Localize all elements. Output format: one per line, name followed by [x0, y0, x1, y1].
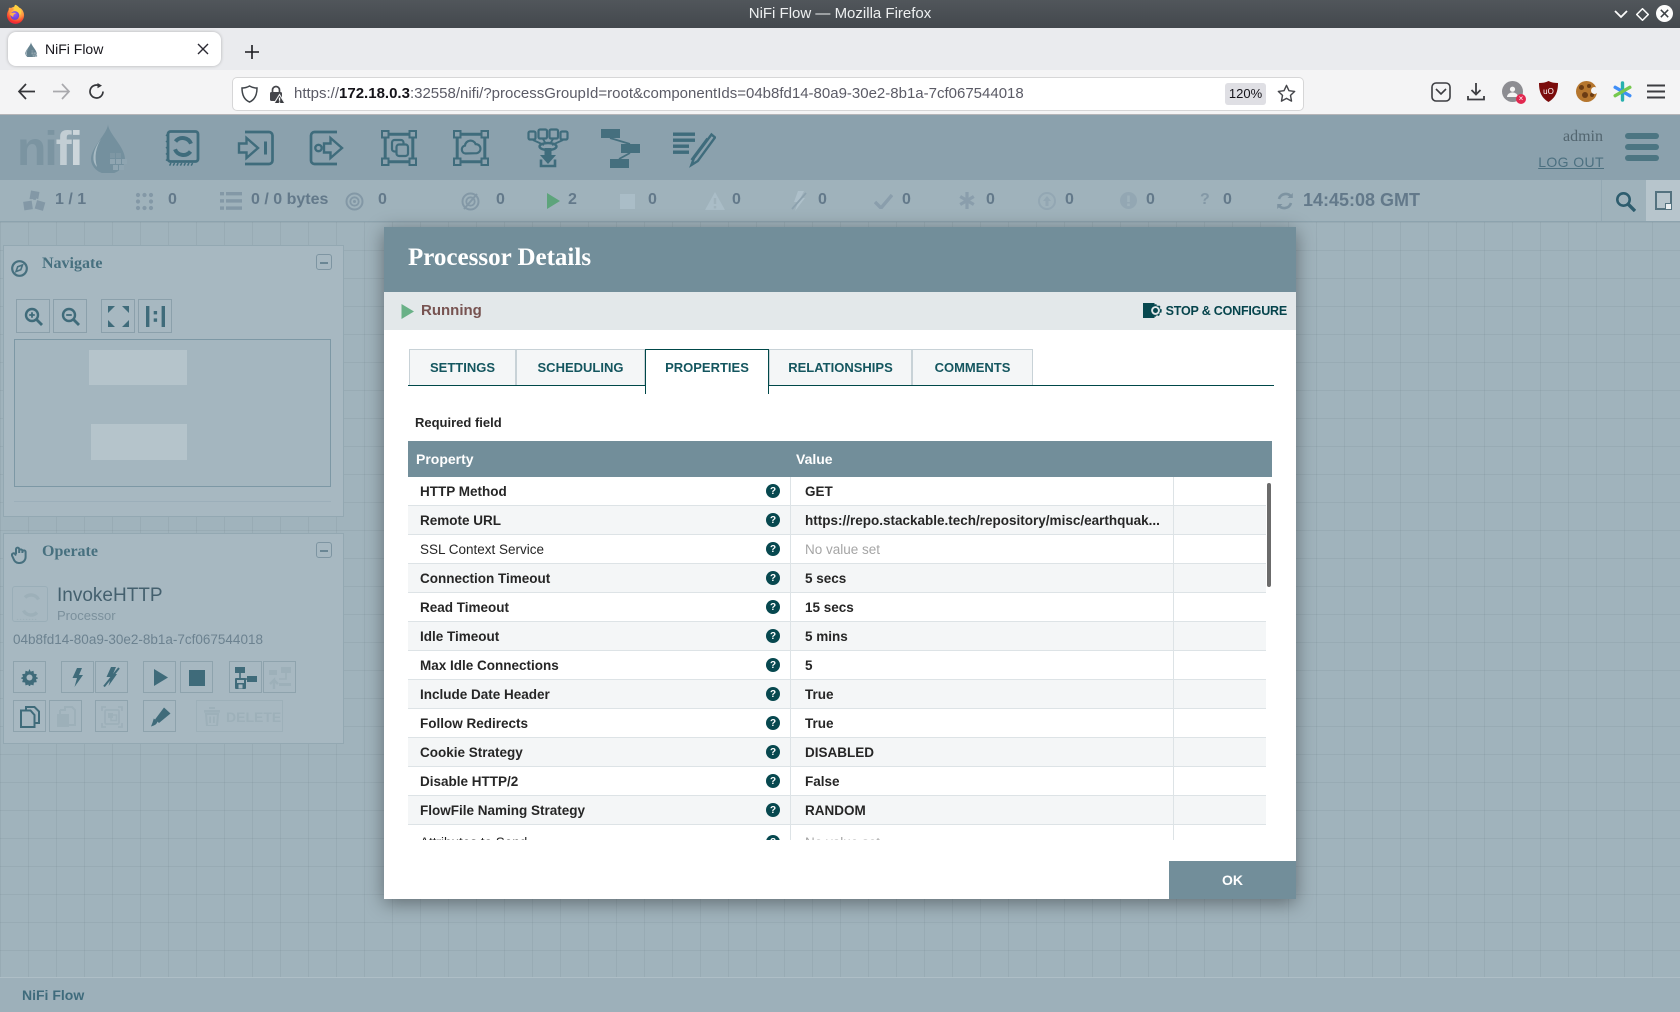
svg-text:uO: uO: [1543, 87, 1554, 96]
